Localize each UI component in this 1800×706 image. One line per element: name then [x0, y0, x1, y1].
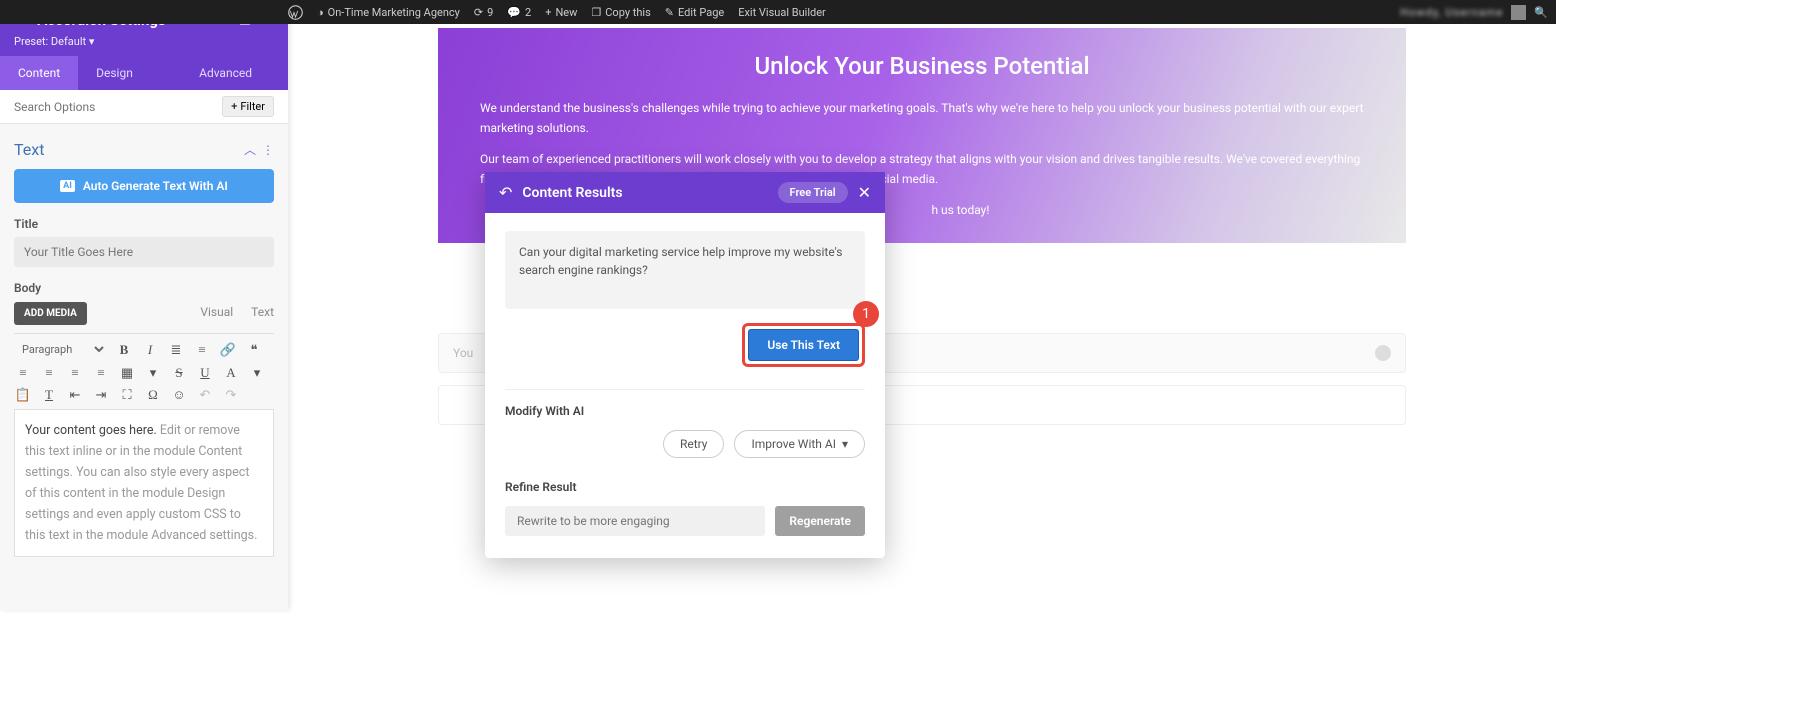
- pencil-icon: ✎: [665, 6, 674, 19]
- regenerate-button[interactable]: Regenerate: [775, 506, 865, 536]
- content-results-modal: ↶ Content Results Free Trial ✕ Can your …: [485, 172, 885, 558]
- align-left-icon[interactable]: ≡: [14, 365, 32, 381]
- tab-advanced[interactable]: Advanced: [181, 56, 270, 90]
- site-name[interactable]: ◑ On-Time Marketing Agency: [317, 6, 460, 19]
- table-icon[interactable]: ▦: [118, 365, 136, 381]
- wp-admin-bar: ◑ On-Time Marketing Agency ⟳ 9 💬 2 + New…: [0, 0, 1556, 24]
- editor-toolbar: Paragraph B I ≣ ≡ 🔗 ❝ ≡ ≡ ≡ ≡ ▦ ▾ S U A …: [14, 333, 274, 403]
- ol-icon[interactable]: ≡: [193, 342, 211, 358]
- body-label: Body: [14, 281, 274, 295]
- expand-toggle-icon[interactable]: [1375, 345, 1391, 361]
- retry-button[interactable]: Retry: [663, 430, 725, 458]
- underline-icon[interactable]: U: [196, 365, 214, 381]
- refresh-icon: ⟳: [474, 6, 483, 19]
- chevron-down-icon: ▾: [842, 437, 848, 451]
- fullscreen-icon[interactable]: ⛶: [118, 387, 136, 403]
- hero-title: Unlock Your Business Potential: [480, 52, 1364, 80]
- modify-with-ai-label: Modify With AI: [505, 404, 865, 418]
- caret-icon[interactable]: ▾: [144, 365, 162, 381]
- refine-input[interactable]: [505, 506, 765, 536]
- chevron-up-icon[interactable]: ︿: [244, 141, 256, 158]
- title-input[interactable]: [14, 237, 274, 267]
- editor-tab-text[interactable]: Text: [251, 305, 274, 319]
- refine-result-label: Refine Result: [505, 480, 865, 494]
- emoji-icon[interactable]: ☺: [170, 387, 188, 403]
- add-media-button[interactable]: ADD MEDIA: [14, 302, 87, 325]
- comments[interactable]: 💬 2: [507, 6, 531, 19]
- ai-result-text: Can your digital marketing service help …: [505, 231, 865, 309]
- ul-icon[interactable]: ≣: [167, 342, 185, 358]
- search-icon[interactable]: 🔍: [1534, 6, 1548, 19]
- clear-icon[interactable]: T: [40, 387, 58, 403]
- undo-icon[interactable]: ↶: [196, 387, 214, 403]
- panel-tabs: Content Design Advanced: [0, 56, 288, 90]
- specialchar-icon[interactable]: Ω: [144, 387, 162, 403]
- copy-this[interactable]: ❐ Copy this: [591, 6, 650, 19]
- tab-design[interactable]: Design: [78, 56, 151, 90]
- italic-icon[interactable]: I: [141, 342, 159, 358]
- quote-icon[interactable]: ❝: [245, 342, 263, 358]
- redo-icon[interactable]: ↷: [222, 387, 240, 403]
- paste-icon[interactable]: 📋: [14, 387, 32, 403]
- accordion-settings-panel: ↶ Accordion Settings ⛶ ◧ ⋮ Preset: Defau…: [0, 0, 288, 610]
- section-text-title: Text: [14, 140, 238, 159]
- align-center-icon[interactable]: ≡: [40, 365, 58, 381]
- annotation-badge: 1: [853, 301, 879, 327]
- indent-icon[interactable]: ⇥: [92, 387, 110, 403]
- modal-back-icon[interactable]: ↶: [499, 183, 512, 202]
- align-justify-icon[interactable]: ≡: [92, 365, 110, 381]
- search-options-input[interactable]: [14, 100, 222, 114]
- modal-title: Content Results: [522, 185, 767, 201]
- avatar[interactable]: [1511, 5, 1526, 20]
- editor-tab-visual[interactable]: Visual: [200, 305, 233, 319]
- exit-visual-builder[interactable]: Exit Visual Builder: [738, 6, 826, 19]
- ai-icon: AI: [60, 180, 75, 192]
- copy-icon: ❐: [591, 6, 601, 19]
- search-options-row: +Filter: [0, 90, 288, 124]
- wp-logo[interactable]: [288, 5, 303, 20]
- auto-generate-ai-button[interactable]: AI Auto Generate Text With AI: [14, 169, 274, 203]
- caret2-icon[interactable]: ▾: [248, 365, 266, 381]
- modal-header: ↶ Content Results Free Trial ✕: [485, 172, 885, 213]
- outdent-icon[interactable]: ⇤: [66, 387, 84, 403]
- plus-icon: +: [545, 6, 551, 19]
- use-this-text-button[interactable]: Use This Text: [748, 329, 859, 361]
- paragraph-select[interactable]: Paragraph: [14, 340, 107, 359]
- link-icon[interactable]: 🔗: [219, 342, 237, 358]
- improve-with-ai-button[interactable]: Improve With AI▾: [734, 430, 865, 458]
- body-editor[interactable]: Your content goes here. Edit or remove t…: [14, 409, 274, 557]
- page-canvas: Unlock Your Business Potential We unders…: [288, 24, 1556, 610]
- align-right-icon[interactable]: ≡: [66, 365, 84, 381]
- hero-p1: We understand the business's challenges …: [480, 98, 1364, 139]
- edit-page[interactable]: ✎ Edit Page: [665, 6, 724, 19]
- comment-icon: 💬: [507, 6, 521, 19]
- tab-content[interactable]: Content: [0, 56, 78, 90]
- title-label: Title: [14, 217, 274, 231]
- textcolor-icon[interactable]: A: [222, 365, 240, 381]
- filter-button[interactable]: +Filter: [222, 96, 274, 117]
- plus-icon: +: [231, 100, 237, 113]
- user-greeting[interactable]: Howdy, Username: [1400, 6, 1503, 19]
- new-content[interactable]: + New: [545, 6, 577, 19]
- updates[interactable]: ⟳ 9: [474, 6, 493, 19]
- highlight-box: Use This Text: [742, 323, 865, 367]
- section-more-icon[interactable]: ⋮: [262, 143, 274, 157]
- strike-icon[interactable]: S: [170, 365, 188, 381]
- bold-icon[interactable]: B: [115, 342, 133, 358]
- preset-selector[interactable]: Preset: Default ▾: [14, 35, 274, 48]
- close-icon[interactable]: ✕: [858, 183, 871, 202]
- free-trial-badge[interactable]: Free Trial: [778, 182, 848, 203]
- dashboard-icon: ◑: [317, 6, 324, 19]
